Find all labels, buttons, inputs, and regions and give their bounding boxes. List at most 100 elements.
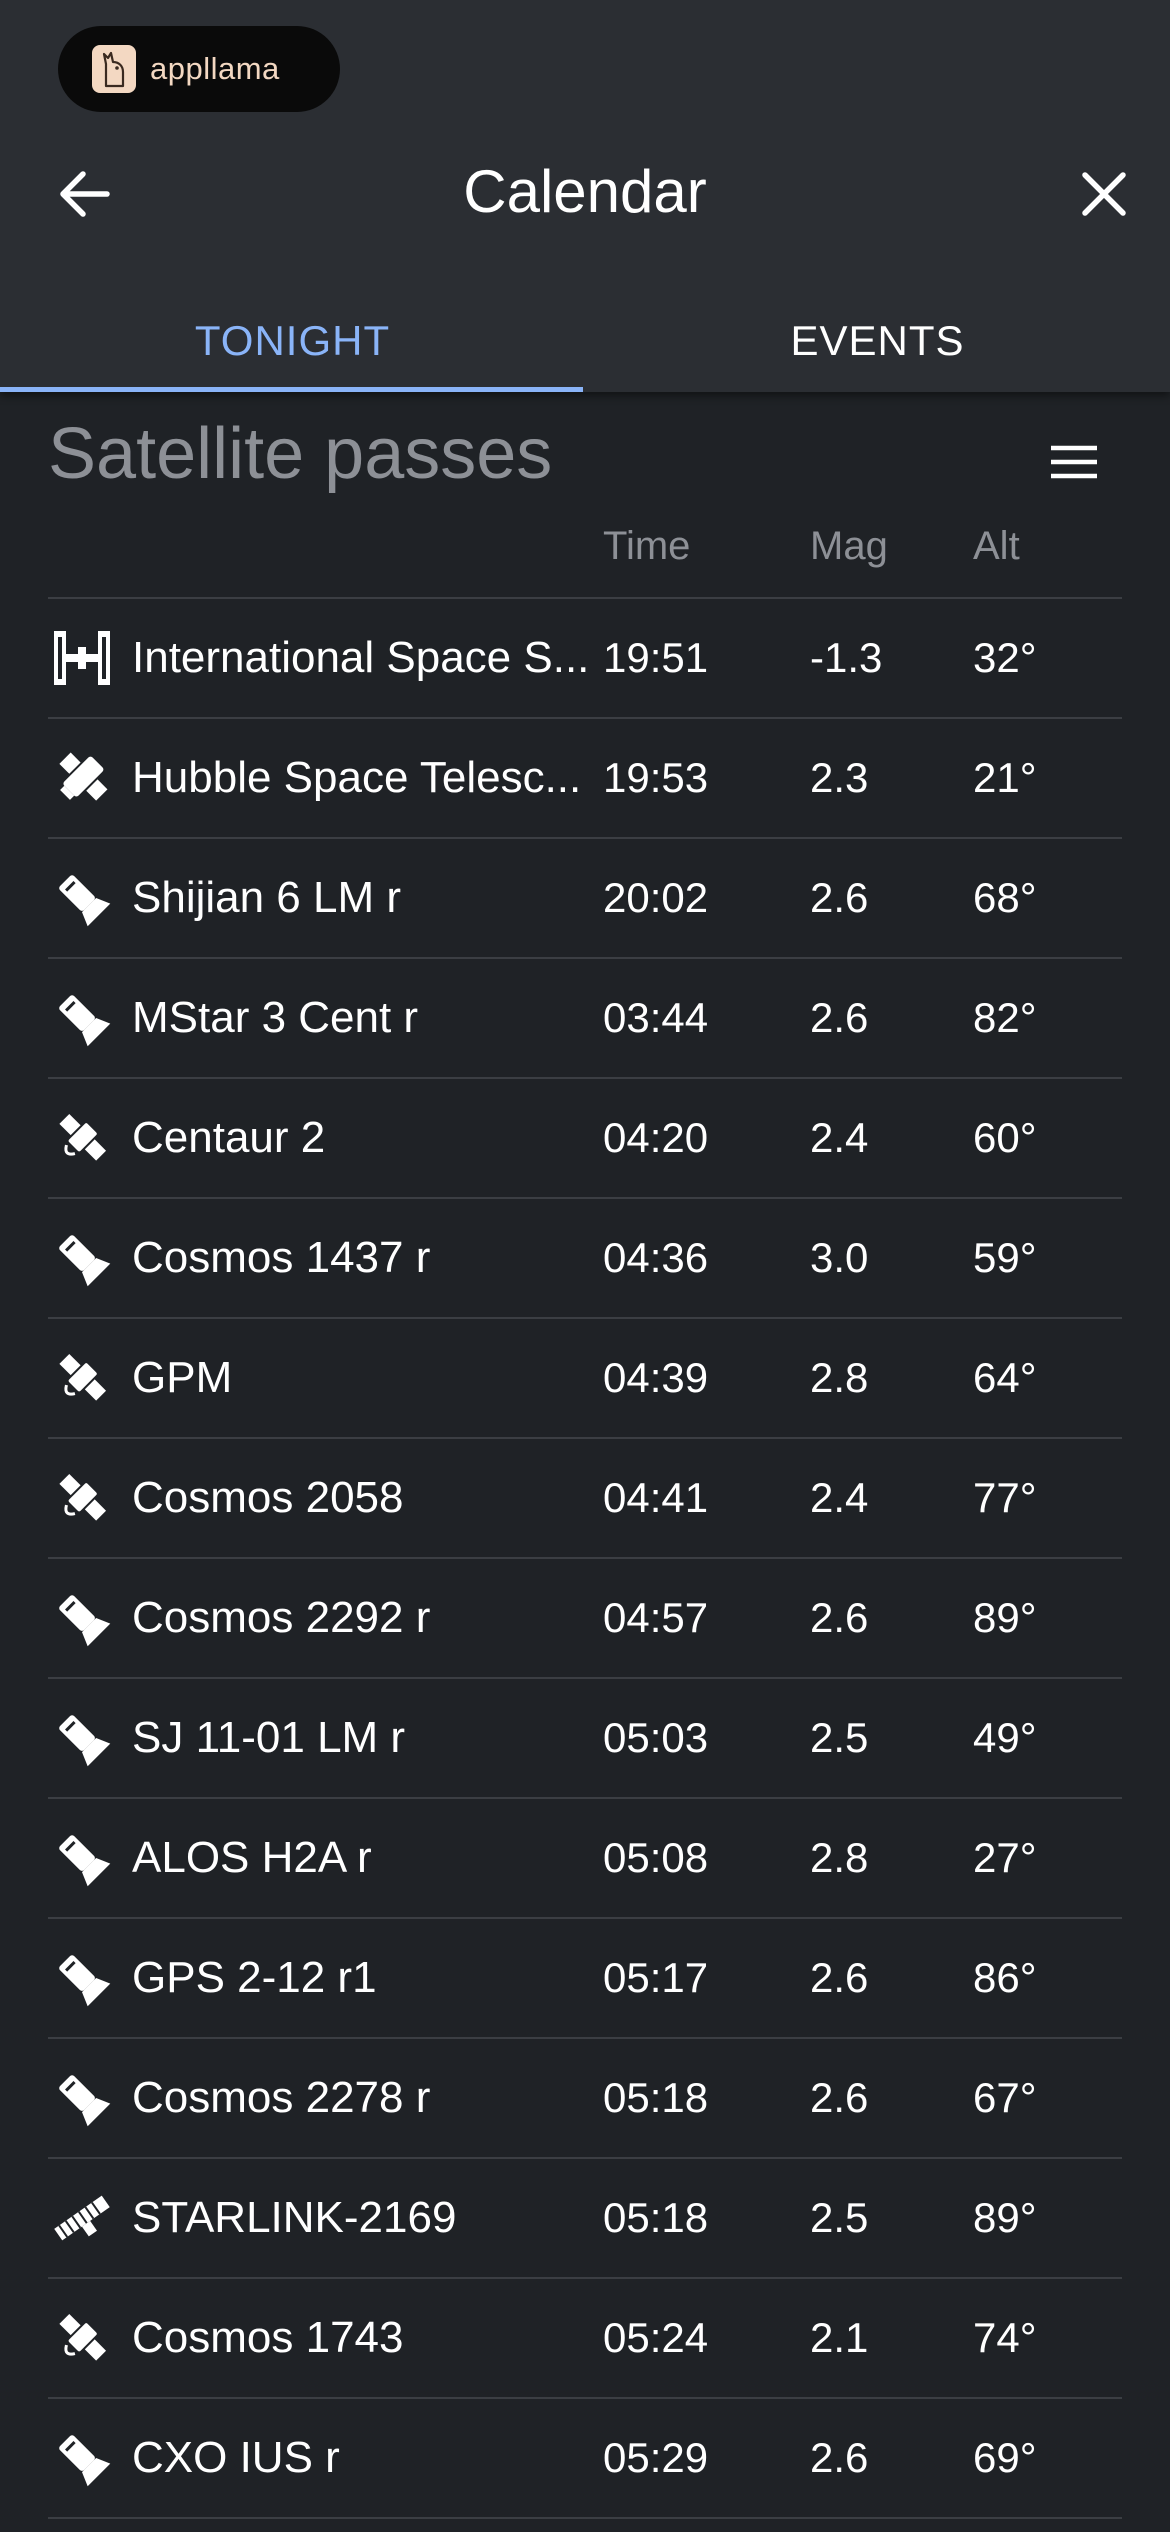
pass-altitude: 64° [973,1354,1037,1401]
satellite-name: Cosmos 1437 r [132,1233,431,1282]
pass-magnitude: 2.5 [810,1714,869,1761]
pass-altitude: 27° [973,1834,1037,1881]
satellite-name: Cosmos 2292 r [132,1593,431,1642]
satellite-name: Cosmos 2058 [132,1473,404,1522]
menu-button[interactable] [1040,428,1108,496]
table-row[interactable]: Hubble Space Telesc... 19:53 2.3 21° [48,719,1122,839]
table-row[interactable]: CXO IUS r 05:29 2.6 69° [48,2399,1122,2519]
satellite-name: International Space S... [132,633,590,682]
rocket-body-icon [50,1679,114,1797]
tab-events-label: EVENTS [790,317,965,364]
pass-magnitude: 2.6 [810,1594,869,1641]
pass-altitude: 77° [973,1474,1037,1521]
menu-icon [1051,445,1097,479]
satellite-name: STARLINK-2169 [132,2193,457,2242]
rocket-body-icon [50,1799,114,1917]
table-row[interactable]: GPS 2-12 r1 05:17 2.6 86° [48,1919,1122,2039]
close-icon [1082,172,1126,216]
badge-text: appllama [150,51,280,86]
tab-bar: TONIGHT EVENTS [0,290,1170,392]
satellite-icon [50,1079,114,1197]
satellite-name: GPS 2-12 r1 [132,1953,377,2002]
satellite-name: CXO IUS r [132,2433,340,2482]
rocket-body-icon [50,1559,114,1677]
pass-magnitude: 2.8 [810,1834,869,1881]
column-header-time[interactable]: Time [603,516,690,576]
rocket-body-icon [50,2039,114,2157]
table-row[interactable]: International Space S... 19:51 -1.3 32° [48,599,1122,719]
pass-altitude: 59° [973,1234,1037,1281]
table-row[interactable]: Cosmos 2292 r 04:57 2.6 89° [48,1559,1122,1679]
pass-altitude: 89° [973,2194,1037,2241]
tab-events[interactable]: EVENTS [585,290,1170,392]
column-header-mag[interactable]: Mag [810,516,888,576]
tab-tonight-label: TONIGHT [194,317,391,364]
pass-magnitude: 2.6 [810,2434,869,2481]
pass-time: 19:51 [603,634,709,681]
pass-time: 05:29 [603,2434,709,2481]
pass-magnitude: 2.6 [810,1954,869,2001]
table-row[interactable]: Cosmos 2058 04:41 2.4 77° [48,1439,1122,1559]
satellite-name: SJ 11-01 LM r [132,1713,406,1762]
column-header-alt[interactable]: Alt [973,516,1020,576]
satellite-pass-list: International Space S... 19:51 -1.3 32° Hubb… [48,597,1122,2519]
pass-time: 19:53 [603,754,709,801]
satellite-name: Shijian 6 LM r [132,873,402,922]
pass-altitude: 68° [973,874,1037,921]
table-row[interactable]: GPM 04:39 2.8 64° [48,1319,1122,1439]
table-row[interactable]: Cosmos 1437 r 04:36 3.0 59° [48,1199,1122,1319]
pass-magnitude: 2.1 [810,2314,869,2361]
table-row[interactable]: Cosmos 1743 05:24 2.1 74° [48,2279,1122,2399]
pass-magnitude: 2.6 [810,2074,869,2121]
pass-altitude: 89° [973,1594,1037,1641]
satellite-icon [50,1319,114,1437]
pass-time: 05:17 [603,1954,709,2001]
table-row[interactable]: Cosmos 2278 r 05:18 2.6 67° [48,2039,1122,2159]
table-row[interactable]: STARLINK-2169 05:18 2.5 89° [48,2159,1122,2279]
pass-altitude: 21° [973,754,1037,801]
pass-magnitude: -1.3 [810,634,883,681]
satellite-icon [50,2279,114,2397]
pass-magnitude: 3.0 [810,1234,869,1281]
pass-magnitude: 2.6 [810,874,869,921]
llama-logo-icon [92,45,136,93]
pass-time: 05:18 [603,2194,709,2241]
pass-magnitude: 2.6 [810,994,869,1041]
table-row[interactable]: ALOS H2A r 05:08 2.8 27° [48,1799,1122,1919]
tab-tonight[interactable]: TONIGHT [0,290,585,392]
pass-altitude: 82° [973,994,1037,1041]
pass-time: 05:24 [603,2314,709,2361]
pass-altitude: 69° [973,2434,1037,2481]
table-row[interactable]: MStar 3 Cent r 03:44 2.6 82° [48,959,1122,1079]
pass-time: 05:03 [603,1714,709,1761]
satellite-icon [50,1439,114,1557]
satellite-name: Hubble Space Telesc... [132,753,582,802]
close-button[interactable] [1064,154,1144,234]
pass-time: 04:36 [603,1234,709,1281]
pass-time: 04:57 [603,1594,709,1641]
table-row[interactable]: Centaur 2 04:20 2.4 60° [48,1079,1122,1199]
pass-time: 05:18 [603,2074,709,2121]
satellite-name: Cosmos 2278 r [132,2073,431,2122]
pass-altitude: 86° [973,1954,1037,2001]
starlink-icon [50,2159,114,2277]
table-row[interactable]: SJ 11-01 LM r 05:03 2.5 49° [48,1679,1122,1799]
rocket-body-icon [50,1919,114,2037]
pass-altitude: 60° [973,1114,1037,1161]
pass-time: 04:41 [603,1474,709,1521]
pass-altitude: 74° [973,2314,1037,2361]
rocket-body-icon [50,1199,114,1317]
rocket-body-icon [50,959,114,1077]
pass-time: 05:08 [603,1834,709,1881]
rocket-body-icon [50,2399,114,2517]
pass-magnitude: 2.8 [810,1354,869,1401]
table-row[interactable]: Shijian 6 LM r 20:02 2.6 68° [48,839,1122,959]
satellite-name: Cosmos 1743 [132,2313,404,2362]
pass-magnitude: 2.4 [810,1474,869,1521]
satellite-name: GPM [132,1353,233,1402]
pass-altitude: 49° [973,1714,1037,1761]
telescope-satellite-icon [50,719,114,837]
pass-magnitude: 2.4 [810,1114,869,1161]
page-title: Calendar [463,158,707,225]
pass-altitude: 67° [973,2074,1037,2121]
